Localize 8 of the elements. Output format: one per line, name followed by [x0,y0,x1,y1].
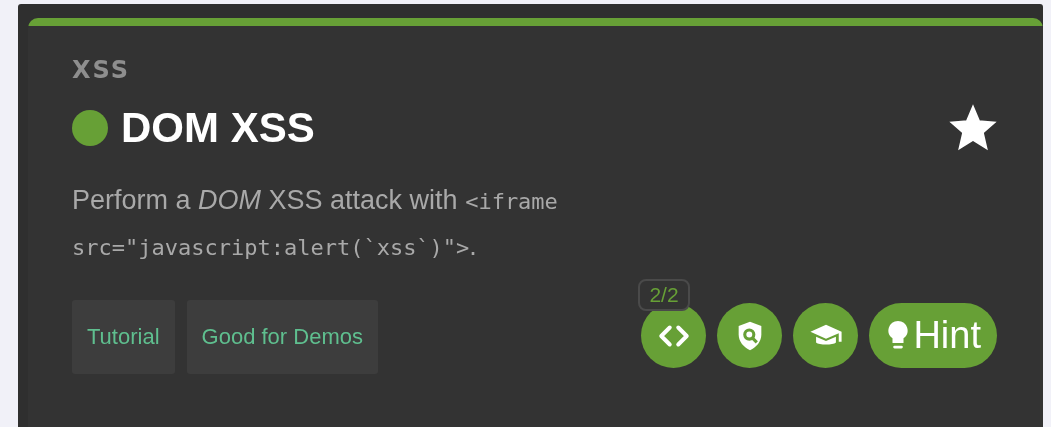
challenge-title: DOM XSS [121,104,315,152]
hint-button[interactable]: Hint [869,303,997,368]
challenge-description: Perform a DOM XSS attack with <iframe src="javascript:alert(`xss`)">. [72,184,559,263]
star-icon[interactable] [949,104,997,152]
tag[interactable]: Tutorial [72,300,175,374]
category-label: XSS [72,56,131,84]
count-badge: 2/2 [638,279,690,311]
tag[interactable]: Good for Demos [186,300,378,374]
